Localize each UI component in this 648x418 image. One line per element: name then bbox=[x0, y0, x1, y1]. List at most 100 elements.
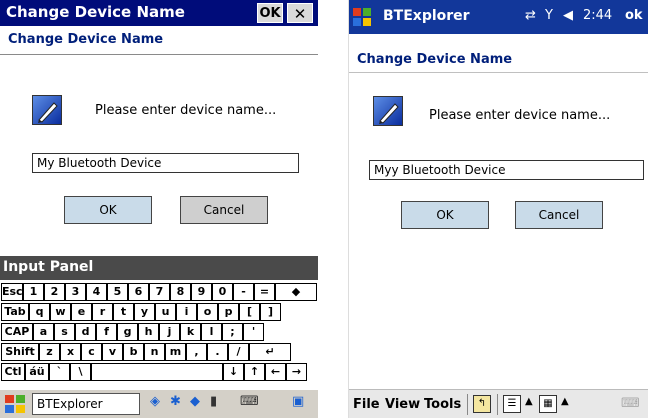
view-grid-icon[interactable]: ▦ bbox=[539, 395, 557, 413]
menu-file[interactable]: File bbox=[353, 397, 380, 412]
key-semicolon[interactable]: ; bbox=[222, 323, 243, 341]
key-u[interactable]: u bbox=[155, 303, 176, 321]
input-panel-bar: Input Panel bbox=[0, 256, 318, 280]
pen-icon bbox=[32, 95, 62, 125]
ok-softkey[interactable]: ok bbox=[625, 8, 643, 23]
key-e[interactable]: e bbox=[71, 303, 92, 321]
key-accents[interactable]: áü bbox=[25, 363, 49, 381]
key-d[interactable]: d bbox=[75, 323, 96, 341]
key-space[interactable] bbox=[91, 363, 223, 381]
key-ctrl[interactable]: Ctl bbox=[1, 363, 25, 381]
key-arrow-up[interactable]: ↑ bbox=[244, 363, 265, 381]
key-n[interactable]: n bbox=[144, 343, 165, 361]
key-p[interactable]: p bbox=[218, 303, 239, 321]
key-x[interactable]: x bbox=[60, 343, 81, 361]
menu-view[interactable]: View bbox=[385, 397, 420, 412]
key-arrow-right[interactable]: → bbox=[286, 363, 307, 381]
signal-icon[interactable]: Y bbox=[545, 8, 553, 23]
key-backslash[interactable]: \ bbox=[70, 363, 91, 381]
key-m[interactable]: m bbox=[165, 343, 186, 361]
ok-button[interactable]: OK bbox=[64, 196, 152, 224]
key-backtick[interactable]: ` bbox=[49, 363, 70, 381]
key-comma[interactable]: , bbox=[186, 343, 207, 361]
key-slash[interactable]: / bbox=[228, 343, 249, 361]
taskbar-task-btexplorer[interactable]: BTExplorer bbox=[32, 393, 140, 415]
right-screen: BTExplorer ⇄ Y ◀ 2:44 ok Change Device N… bbox=[348, 0, 648, 418]
properties-icon[interactable]: ☰ bbox=[503, 395, 521, 413]
windows-start-icon[interactable] bbox=[351, 6, 373, 28]
chevron-up-icon[interactable]: ▲ bbox=[561, 396, 569, 407]
folder-up-icon[interactable]: ↰ bbox=[473, 395, 491, 413]
key-minus[interactable]: - bbox=[233, 283, 254, 301]
key-8[interactable]: 8 bbox=[170, 283, 191, 301]
key-3[interactable]: 3 bbox=[65, 283, 86, 301]
menu-bar: File View Tools ↰ ☰ ▲ ▦ ▲ ⌨ bbox=[349, 389, 648, 418]
cancel-button[interactable]: Cancel bbox=[180, 196, 268, 224]
device-name-input[interactable]: Myy Bluetooth Device bbox=[369, 160, 644, 180]
key-t[interactable]: t bbox=[113, 303, 134, 321]
key-quote[interactable]: ' bbox=[243, 323, 264, 341]
desktop-icon[interactable]: ▣ bbox=[292, 394, 304, 409]
cancel-button[interactable]: Cancel bbox=[515, 201, 603, 229]
close-button[interactable]: ✕ bbox=[287, 3, 313, 23]
key-1[interactable]: 1 bbox=[23, 283, 44, 301]
chevron-up-icon[interactable]: ▲ bbox=[525, 396, 533, 407]
title-ok-button[interactable]: OK bbox=[257, 3, 283, 23]
key-q[interactable]: q bbox=[29, 303, 50, 321]
key-7[interactable]: 7 bbox=[149, 283, 170, 301]
key-f[interactable]: f bbox=[96, 323, 117, 341]
key-backspace[interactable]: ◆ bbox=[275, 283, 317, 301]
clock[interactable]: 2:44 bbox=[583, 8, 612, 23]
network-icon[interactable]: ◈ bbox=[150, 394, 160, 409]
key-g[interactable]: g bbox=[117, 323, 138, 341]
key-9[interactable]: 9 bbox=[191, 283, 212, 301]
key-o[interactable]: o bbox=[197, 303, 218, 321]
dialog-heading: Change Device Name bbox=[8, 32, 164, 47]
dialog-heading: Change Device Name bbox=[357, 52, 513, 67]
key-a[interactable]: a bbox=[33, 323, 54, 341]
bluetooth-icon[interactable]: ✱ bbox=[170, 394, 181, 409]
key-l[interactable]: l bbox=[201, 323, 222, 341]
key-enter[interactable]: ↵ bbox=[249, 343, 291, 361]
key-5[interactable]: 5 bbox=[107, 283, 128, 301]
windows-start-icon[interactable] bbox=[2, 393, 28, 415]
key-i[interactable]: i bbox=[176, 303, 197, 321]
key-y[interactable]: y bbox=[134, 303, 155, 321]
key-bracket-left[interactable]: [ bbox=[239, 303, 260, 321]
key-equals[interactable]: = bbox=[254, 283, 275, 301]
key-c[interactable]: c bbox=[81, 343, 102, 361]
key-j[interactable]: j bbox=[159, 323, 180, 341]
title-bar: Change Device Name OK ✕ bbox=[0, 0, 318, 26]
key-s[interactable]: s bbox=[54, 323, 75, 341]
key-period[interactable]: . bbox=[207, 343, 228, 361]
key-w[interactable]: w bbox=[50, 303, 71, 321]
key-z[interactable]: z bbox=[39, 343, 60, 361]
volume-icon[interactable]: ◀ bbox=[563, 8, 573, 23]
key-bracket-right[interactable]: ] bbox=[260, 303, 281, 321]
key-shift[interactable]: Shift bbox=[1, 343, 39, 361]
key-h[interactable]: h bbox=[138, 323, 159, 341]
key-esc[interactable]: Esc bbox=[1, 283, 23, 301]
key-r[interactable]: r bbox=[92, 303, 113, 321]
app-title: BTExplorer bbox=[383, 8, 470, 24]
keyboard-icon[interactable]: ⌨ bbox=[240, 394, 259, 409]
connectivity-icon[interactable]: ⇄ bbox=[525, 8, 536, 23]
key-b[interactable]: b bbox=[123, 343, 144, 361]
menu-tools[interactable]: Tools bbox=[424, 397, 461, 412]
key-tab[interactable]: Tab bbox=[1, 303, 29, 321]
key-arrow-down[interactable]: ↓ bbox=[223, 363, 244, 381]
ok-button[interactable]: OK bbox=[401, 201, 489, 229]
key-2[interactable]: 2 bbox=[44, 283, 65, 301]
key-6[interactable]: 6 bbox=[128, 283, 149, 301]
key-caps[interactable]: CAP bbox=[1, 323, 33, 341]
keyboard-icon[interactable]: ⌨ bbox=[621, 396, 640, 411]
key-0[interactable]: 0 bbox=[212, 283, 233, 301]
key-v[interactable]: v bbox=[102, 343, 123, 361]
sync-icon[interactable]: ◆ bbox=[190, 394, 200, 409]
prompt-text: Please enter device name... bbox=[429, 108, 611, 123]
key-4[interactable]: 4 bbox=[86, 283, 107, 301]
key-k[interactable]: k bbox=[180, 323, 201, 341]
signal-icon[interactable]: ▮ bbox=[210, 394, 217, 409]
device-name-input[interactable]: My Bluetooth Device bbox=[32, 153, 299, 173]
key-arrow-left[interactable]: ← bbox=[265, 363, 286, 381]
